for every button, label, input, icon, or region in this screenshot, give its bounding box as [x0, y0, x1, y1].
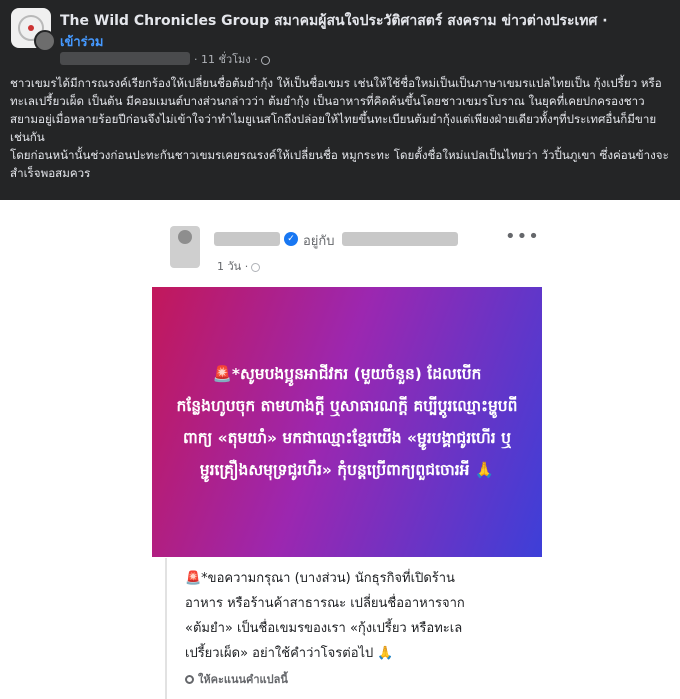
post-timestamp[interactable]: · 11 ชั่วโมง ·: [194, 50, 270, 68]
post-time-text: · 11 ชั่วโมง ·: [194, 53, 258, 66]
shared-author-name-redacted[interactable]: [214, 232, 280, 246]
post-paragraph: ชาวเขมรได้มีการณรงค์เรียกร้องให้เปลี่ยนช…: [10, 76, 662, 144]
group-logo-dot: [28, 25, 34, 31]
with-label: อยู่กับ: [303, 234, 335, 249]
shared-author-avatar[interactable]: [170, 226, 200, 268]
group-name-link[interactable]: The Wild Chronicles Group สมาคมผู้สนใจปร…: [60, 10, 608, 32]
khmer-text-card: 🚨*សូមបងប្អូនអាជីវករ (មួយចំនួន) ដែលបើកកន្…: [152, 287, 542, 557]
verified-badge-icon: ✓: [284, 232, 298, 246]
khmer-card-text: 🚨*សូមបងប្អូនអាជីវករ (មួយចំនួន) ដែលបើកកន្…: [176, 365, 518, 479]
globe-icon: [251, 262, 261, 272]
avatar-silhouette: [178, 230, 192, 244]
translation-text: 🚨*ขอความกรุณา (บางส่วน) นักธุรกิจที่เปิด…: [185, 571, 465, 661]
gear-icon: [185, 675, 194, 684]
author-avatar[interactable]: [34, 30, 56, 52]
tagged-user-redacted[interactable]: [342, 232, 458, 246]
more-options-icon[interactable]: •••: [505, 226, 540, 247]
group-post: The Wild Chronicles Group สมาคมผู้สนใจปร…: [0, 0, 680, 200]
shared-post-timestamp[interactable]: 1 วัน ·: [217, 257, 261, 275]
rate-translation-label: ให้คะแนนคำแปลนี้: [198, 673, 288, 686]
globe-icon: [260, 55, 270, 65]
translation-box: 🚨*ขอความกรุณา (บางส่วน) นักธุรกิจที่เปิด…: [165, 558, 485, 699]
join-group-button[interactable]: เข้าร่วม: [60, 31, 103, 52]
rate-translation-link[interactable]: ให้คะแนนคำแปลนี้: [185, 670, 288, 688]
post-body: ชาวเขมรได้มีการณรงค์เรียกร้องให้เปลี่ยนช…: [10, 74, 672, 182]
author-name-redacted[interactable]: [60, 52, 190, 65]
shared-post-header: ✓ อยู่กับ 1 วัน · •••: [160, 222, 540, 277]
post-paragraph: โดยก่อนหน้านั้นช่วงก่อนปะทะกันชาวเขมรเคย…: [10, 148, 669, 180]
shared-time-text: 1 วัน ·: [217, 260, 249, 273]
